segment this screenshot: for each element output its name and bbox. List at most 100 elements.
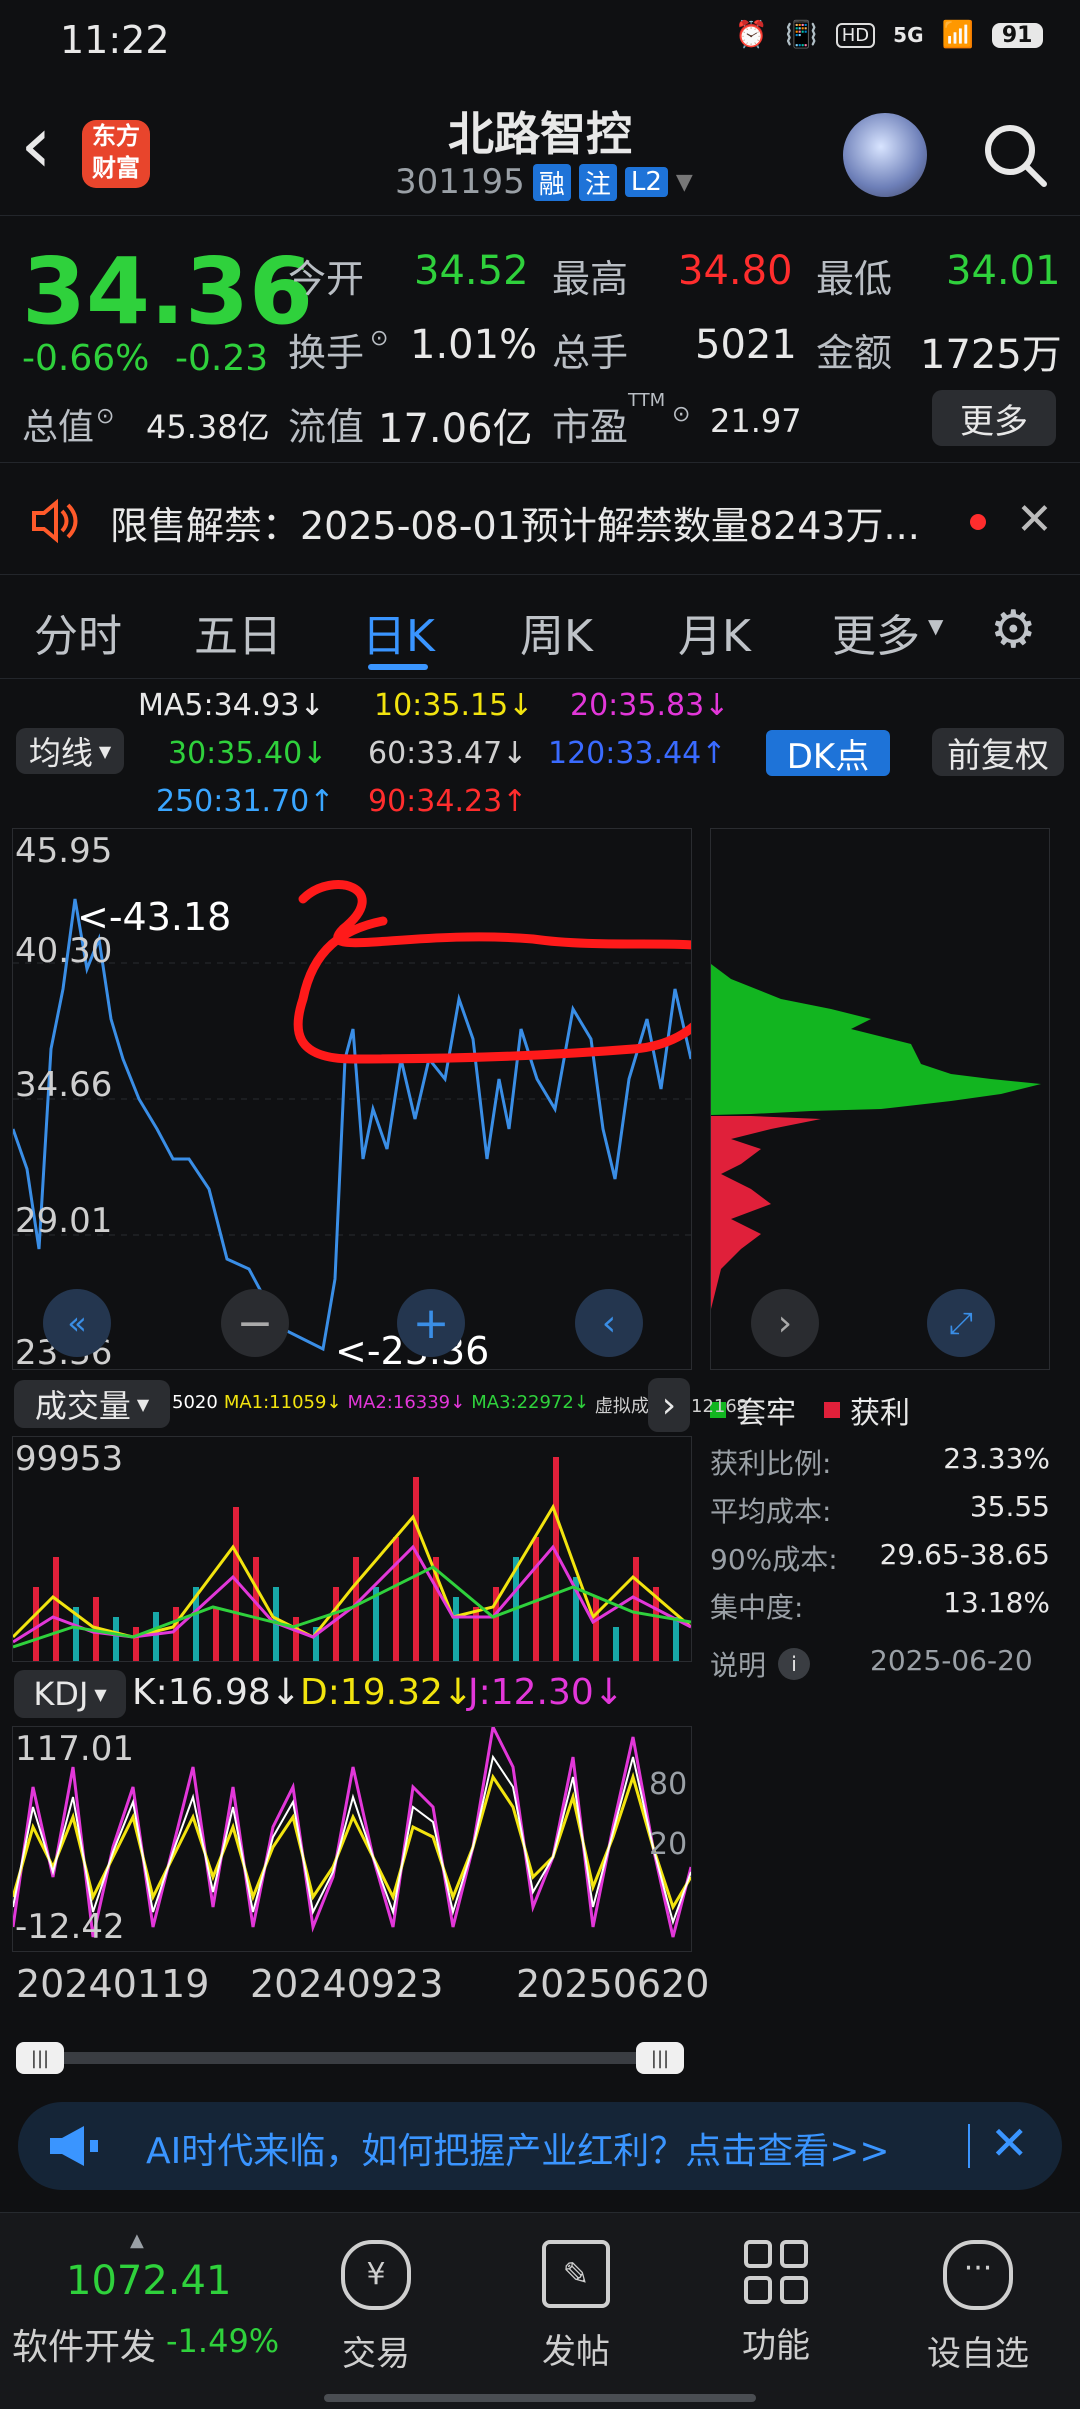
chip-row: 90%成本: 29.65-38.65 xyxy=(710,1538,1050,1586)
mktcap-value: 45.38亿 xyxy=(146,408,270,446)
chip-value: 23.33% xyxy=(943,1442,1050,1475)
volume-label: 成交量 xyxy=(34,1387,131,1425)
volume-chart-panel[interactable]: 99953 xyxy=(12,1436,692,1662)
expand-icon[interactable]: ⤢ xyxy=(927,1289,995,1357)
tag-l2: L2 xyxy=(624,167,668,197)
fuquan-button[interactable]: 前复权 xyxy=(932,728,1064,776)
tab-zhouk[interactable]: 周K xyxy=(520,600,593,664)
range-handle-right[interactable]: ||| xyxy=(636,2042,684,2074)
nav-label: 功能 xyxy=(742,2326,810,2366)
x-label-start: 20240119 xyxy=(16,1962,210,2006)
chevron-right-icon[interactable]: › xyxy=(648,1378,690,1432)
kdj-chart-panel[interactable]: 117.01 -12.42 80 20 xyxy=(12,1726,692,1952)
pe-value: 21.97 xyxy=(710,402,802,440)
more-dots-icon: ··· xyxy=(943,2240,1013,2310)
info-icon[interactable]: ⊙ xyxy=(672,402,690,427)
kdj-20: 20 xyxy=(649,1827,688,1862)
stock-code-row[interactable]: 301195 融 注 L2 ▼ xyxy=(395,162,693,202)
float-label: 流值 xyxy=(288,405,365,449)
alarm-icon: ⏰ xyxy=(735,20,768,50)
notice-text[interactable]: 限售解禁：2025-08-01预计解禁数量8243万... xyxy=(110,495,920,550)
rewind-icon[interactable]: « xyxy=(43,1289,111,1357)
chip-key: 平均成本: xyxy=(710,1495,832,1528)
zoom-out-icon[interactable]: − xyxy=(221,1289,289,1357)
ma90: 90:34.23↑ xyxy=(368,784,528,819)
ad-banner[interactable]: AI时代来临，如何把握产业红利？点击查看>> ✕ xyxy=(18,2102,1062,2190)
tag-rong: 融 xyxy=(532,163,571,201)
megaphone-icon xyxy=(46,2122,100,2174)
tab-wuri[interactable]: 五日 xyxy=(194,600,282,664)
index-name[interactable]: 软件开发 xyxy=(12,2318,156,2370)
high-label: 最高 xyxy=(552,257,629,301)
amount-label: 金额 xyxy=(816,331,893,375)
vol-ma3: MA3:22972↓ xyxy=(471,1392,589,1413)
range-slider-track[interactable] xyxy=(24,2052,674,2064)
profit-swatch xyxy=(824,1402,840,1418)
dk-button[interactable]: DK点 xyxy=(766,730,890,777)
zoom-in-icon[interactable]: + xyxy=(397,1289,465,1357)
volume-label: 总手 xyxy=(552,331,629,375)
pe-label: 市盈 xyxy=(552,405,629,449)
y-label-3: 34.66 xyxy=(15,1065,113,1105)
search-icon[interactable] xyxy=(980,120,1050,194)
tag-zhu: 注 xyxy=(578,163,617,201)
chip-date: 2025-06-20 xyxy=(870,1644,1033,1677)
note-label: 说明 xyxy=(710,1649,767,1682)
chevron-left-icon[interactable]: ‹ xyxy=(575,1289,643,1357)
chip-value: 35.55 xyxy=(969,1490,1050,1523)
gear-icon[interactable]: ⚙ xyxy=(990,600,1037,660)
wifi-icon: 📶 xyxy=(941,20,974,50)
stock-code: 301195 xyxy=(395,162,525,202)
volume-value: 5021 xyxy=(695,322,797,368)
tab-fenshi[interactable]: 分时 xyxy=(34,600,122,664)
tab-more[interactable]: 更多 xyxy=(832,600,920,664)
battery-icon: 91 xyxy=(991,22,1043,48)
low-value: 34.01 xyxy=(946,248,1061,294)
post-nav[interactable]: ✎ 发帖 xyxy=(536,2240,616,2373)
chevron-right-icon[interactable]: › xyxy=(751,1289,819,1357)
close-icon[interactable]: ✕ xyxy=(990,2116,1029,2170)
chip-row: 获利比例: 23.33% xyxy=(710,1442,1050,1490)
ma10: 10:35.15↓ xyxy=(374,688,534,723)
watchlist-nav[interactable]: ··· 设自选 xyxy=(918,2240,1038,2375)
ma-select-button[interactable]: 均线 ▼ xyxy=(16,728,124,774)
ma5: MA5:34.93↓ xyxy=(138,688,325,723)
robot-avatar-icon[interactable] xyxy=(843,113,927,197)
info-icon[interactable]: ⊙ xyxy=(370,326,388,351)
gesture-bar xyxy=(324,2394,756,2402)
price-chart-panel[interactable]: 45.95 40.30 34.66 29.01 23.36 <-43.18 <-… xyxy=(12,828,692,1373)
ad-text[interactable]: AI时代来临，如何把握产业红利？点击查看>> xyxy=(146,2122,890,2174)
y-label-top: 45.95 xyxy=(15,831,113,871)
info-icon[interactable]: i xyxy=(778,1648,811,1680)
tab-yuek[interactable]: 月K xyxy=(678,600,751,664)
chevron-down-icon: ▼ xyxy=(928,614,944,638)
low-label: 最低 xyxy=(816,257,893,301)
function-nav[interactable]: 功能 xyxy=(736,2240,816,2367)
info-icon[interactable]: ⊙ xyxy=(96,404,114,429)
vol-now: 5020 xyxy=(172,1392,218,1413)
trade-nav[interactable]: ¥ 交易 xyxy=(336,2240,416,2375)
tab-rik[interactable]: 日K xyxy=(362,600,435,664)
price-pct: -0.66% xyxy=(22,338,150,379)
kdj-select-button[interactable]: KDJ ▼ xyxy=(14,1670,126,1718)
vol-ma2: MA2:16339↓ xyxy=(347,1392,466,1413)
grid-icon xyxy=(744,2240,808,2304)
yen-icon: ¥ xyxy=(341,2240,411,2310)
open-value: 34.52 xyxy=(414,248,529,294)
x-label-end: 20250620 xyxy=(516,1962,710,2006)
range-handle-left[interactable]: ||| xyxy=(16,2042,64,2074)
chevron-down-icon: ▼ xyxy=(136,1394,150,1414)
chip-row: 平均成本: 35.55 xyxy=(710,1490,1050,1538)
volume-select-button[interactable]: 成交量 ▼ xyxy=(14,1380,170,1428)
kdj-j: J:12.30↓ xyxy=(468,1672,624,1713)
chip-note[interactable]: 说明 i xyxy=(710,1644,811,1684)
more-button[interactable]: 更多 xyxy=(932,390,1056,446)
close-icon[interactable]: ✕ xyxy=(1016,494,1053,545)
chip-distribution-panel[interactable]: › ⤢ xyxy=(710,828,1050,1370)
ma120: 120:33.44↑ xyxy=(548,736,727,771)
ma250: 250:31.70↑ xyxy=(156,784,335,819)
chevron-down-icon: ▼ xyxy=(94,1684,107,1704)
kdj-d: D:19.32↓ xyxy=(300,1672,474,1713)
kdj-label: KDJ xyxy=(33,1675,89,1713)
index-value[interactable]: 1072.41 xyxy=(66,2258,231,2304)
